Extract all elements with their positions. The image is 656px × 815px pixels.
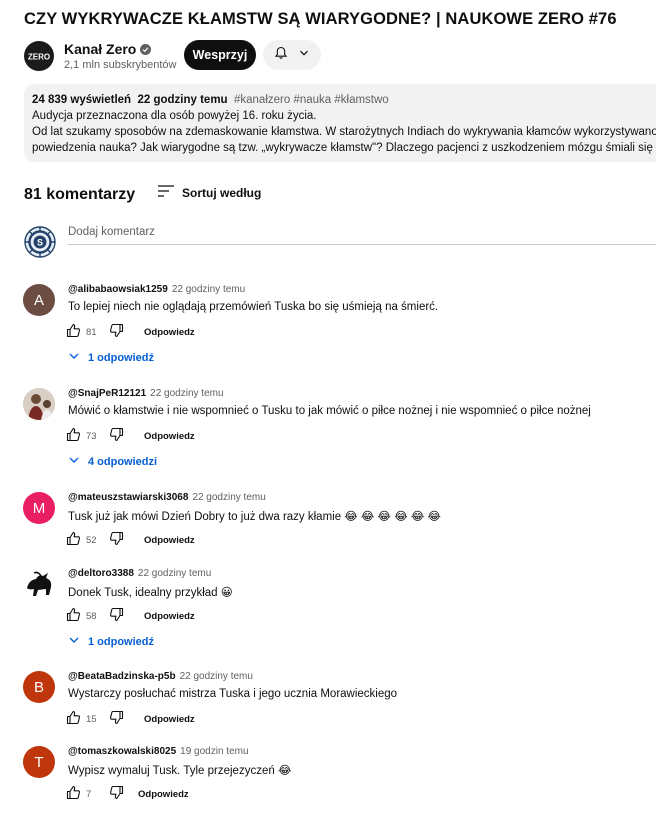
description-line: powiedzenia nauka? Jak wiarygodne są tzw… <box>32 142 656 154</box>
sort-button[interactable]: Sortuj według <box>158 185 261 200</box>
chevron-down-icon <box>68 634 80 649</box>
like-count: 15 <box>86 713 97 725</box>
reply-button[interactable]: Odpowiedz <box>144 327 195 338</box>
replies-count: 1 odpowiedź <box>88 635 154 648</box>
bell-icon <box>274 46 288 65</box>
comment-author[interactable]: @BeataBadzinska-p5b <box>68 671 176 682</box>
avatar[interactable]: T <box>23 746 55 778</box>
reply-button[interactable]: Odpowiedz <box>138 789 189 800</box>
video-title: CZY WYKRYWACZE KŁAMSTW SĄ WIARYGODNE? | … <box>24 10 617 28</box>
comment-time[interactable]: 19 godzin temu <box>180 746 248 757</box>
hashtags[interactable]: #kanałzero #nauka #kłamstwo <box>234 94 389 106</box>
upload-age: 22 godziny temu <box>137 94 228 106</box>
comment-text: Donek Tusk, idealny przykład 😀 <box>68 587 233 599</box>
sort-icon <box>158 185 174 200</box>
view-replies-button[interactable]: 4 odpowiedzi <box>68 454 157 469</box>
reply-button[interactable]: Odpowiedz <box>144 431 195 442</box>
comment-text: Tusk już jak mówi Dzień Dobry to już dwa… <box>68 511 441 523</box>
channel-owner: ZERO Kanał Zero 2,1 mln subskrybentów <box>24 38 177 74</box>
comment-time[interactable]: 22 godziny temu <box>180 671 253 682</box>
comment-text: Mówić o kłamstwie i nie wspomnieć o Tusk… <box>68 405 591 417</box>
comment-time[interactable]: 22 godziny temu <box>138 568 211 579</box>
thumbs-up-icon[interactable] <box>66 785 81 803</box>
like-count: 7 <box>86 788 92 800</box>
thumbs-down-icon[interactable] <box>109 427 124 445</box>
comment-author[interactable]: @tomaszkowalski8025 <box>68 746 176 757</box>
thumbs-down-icon[interactable] <box>109 531 124 549</box>
reply-button[interactable]: Odpowiedz <box>144 714 195 725</box>
replies-count: 1 odpowiedź <box>88 351 154 364</box>
description-line: Od lat szukamy sposobów na zdemaskowanie… <box>32 126 656 138</box>
avatar[interactable] <box>23 388 55 420</box>
thumbs-up-icon[interactable] <box>66 710 81 728</box>
reply-button[interactable]: Odpowiedz <box>144 535 195 546</box>
comment-text: Wystarczy posłuchać mistrza Tuska i jego… <box>68 688 398 700</box>
avatar[interactable]: M <box>23 492 55 524</box>
subscriber-count: 2,1 mln subskrybentów <box>64 59 177 71</box>
like-count: 58 <box>86 610 97 622</box>
comment-author[interactable]: @deltoro3388 <box>68 568 134 579</box>
comment-time[interactable]: 22 godziny temu <box>172 284 245 295</box>
svg-text:S: S <box>37 238 43 248</box>
channel-name[interactable]: Kanał Zero <box>64 41 136 57</box>
join-button[interactable]: Wesprzyj <box>184 40 256 70</box>
thumbs-up-icon[interactable] <box>66 427 81 445</box>
reply-button[interactable]: Odpowiedz <box>144 611 195 622</box>
comment-time[interactable]: 22 godziny temu <box>150 388 223 399</box>
chevron-down-icon <box>68 350 80 365</box>
comment-author[interactable]: @mateuszstawiarski3068 <box>68 492 188 503</box>
comment-text: To lepiej niech nie oglądają przemówień … <box>68 301 439 313</box>
video-description[interactable]: 24 839 wyświetleń 22 godziny temu #kanał… <box>24 84 656 162</box>
avatar[interactable]: B <box>23 671 55 703</box>
user-avatar: S <box>24 226 56 258</box>
comment-text: Wypisz wymaluj Tusk. Tyle przejezyczeń 😂 <box>68 765 292 777</box>
verified-icon <box>140 43 152 55</box>
thumbs-up-icon[interactable] <box>66 323 81 341</box>
chevron-down-icon <box>68 454 80 469</box>
comment-author[interactable]: @SnajPeR12121 <box>68 388 146 399</box>
thumbs-down-icon[interactable] <box>109 323 124 341</box>
channel-avatar[interactable]: ZERO <box>24 41 54 71</box>
channel-logo-text: ZERO <box>28 53 50 62</box>
thumbs-up-icon[interactable] <box>66 607 81 625</box>
replies-count: 4 odpowiedzi <box>88 455 158 468</box>
view-replies-button[interactable]: 1 odpowiedź <box>68 634 154 649</box>
thumbs-down-icon[interactable] <box>109 710 124 728</box>
description-line: Audycja przeznaczona dla osób powyżej 16… <box>32 110 317 122</box>
comment-count: 81 komentarzy <box>24 186 136 203</box>
thumbs-down-icon[interactable] <box>109 607 124 625</box>
like-count: 73 <box>86 430 97 442</box>
view-count: 24 839 wyświetleń <box>32 94 132 106</box>
add-comment-input[interactable]: Dodaj komentarz <box>68 226 656 245</box>
notification-button[interactable] <box>263 40 321 70</box>
thumbs-down-icon[interactable] <box>109 785 124 803</box>
comment-time[interactable]: 22 godziny temu <box>192 492 265 503</box>
avatar[interactable] <box>23 568 55 600</box>
view-replies-button[interactable]: 1 odpowiedź <box>68 350 154 365</box>
thumbs-up-icon[interactable] <box>66 531 81 549</box>
comment-author[interactable]: @alibabaowsiak1259 <box>68 284 168 295</box>
like-count: 81 <box>86 326 97 338</box>
like-count: 52 <box>86 534 97 546</box>
avatar[interactable]: A <box>23 284 55 316</box>
chevron-down-icon <box>298 46 310 64</box>
sort-label: Sortuj według <box>182 185 262 200</box>
